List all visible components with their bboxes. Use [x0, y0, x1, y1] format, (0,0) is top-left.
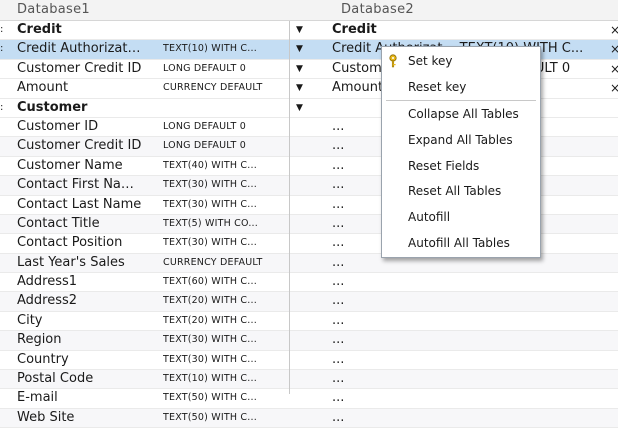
column-divider — [289, 21, 290, 394]
field-type: TEXT(50) WITH C... — [163, 411, 257, 423]
mapped-field[interactable]: ... — [332, 312, 602, 330]
menu-item-label: Autofill All Tables — [408, 236, 510, 250]
remove-mapping-icon[interactable]: × — [610, 40, 618, 58]
field-name: Contact Title — [17, 215, 100, 231]
menu-item-reset-all-tables[interactable]: Reset All Tables — [382, 180, 540, 202]
field-type: CURRENCY DEFAULT — [163, 256, 263, 268]
menu-item-label: Reset key — [408, 80, 467, 94]
menu-item-collapse-all-tables[interactable]: Collapse All Tables — [382, 103, 540, 125]
row-marker: : — [0, 101, 4, 113]
field-name: City — [17, 312, 43, 328]
menu-item-label: Reset Fields — [408, 159, 480, 173]
column-header-bar: Database1 Database2 — [0, 0, 618, 21]
context-menu: Set key Reset key Collapse All Tables Expan… — [381, 46, 541, 258]
field-name: Credit Authorizat… — [17, 41, 141, 57]
remove-mapping-icon[interactable]: × — [610, 21, 618, 39]
menu-item-autofill-all-tables[interactable]: Autofill All Tables — [382, 232, 540, 254]
mapped-field[interactable]: ... — [332, 389, 602, 407]
field-name: Postal Code — [17, 371, 94, 387]
field-type: LONG DEFAULT 0 — [163, 140, 246, 152]
mapped-field[interactable]: ... — [332, 273, 602, 291]
table-row[interactable]: Address2 TEXT(20) WITH C...... — [0, 292, 618, 312]
database2-header: Database2 — [341, 2, 415, 17]
dropdown-arrow-icon[interactable]: ▼ — [296, 99, 308, 117]
field-type: TEXT(20) WITH C... — [163, 295, 257, 307]
table-row[interactable]: Address1 TEXT(60) WITH C...... — [0, 273, 618, 293]
key-icon — [389, 54, 397, 68]
field-name: E-mail — [17, 390, 58, 406]
field-name: Customer ID — [17, 118, 99, 134]
field-type: CURRENCY DEFAULT — [163, 82, 263, 94]
field-type: TEXT(10) WITH C... — [163, 373, 257, 385]
menu-item-expand-all-tables[interactable]: Expand All Tables — [382, 129, 540, 151]
field-name: Contact Last Name — [17, 196, 142, 212]
field-name: Address2 — [17, 293, 78, 309]
row-marker: : — [0, 43, 4, 55]
field-type: TEXT(30) WITH C... — [163, 179, 257, 191]
menu-item-label: Set key — [408, 54, 453, 68]
field-type: LONG DEFAULT 0 — [163, 62, 246, 74]
table-header-row[interactable]: : Credit ▼ Credit × — [0, 21, 618, 41]
row-marker: : — [0, 24, 4, 35]
table-row[interactable]: City TEXT(20) WITH C...... — [0, 312, 618, 332]
field-type: TEXT(30) WITH C... — [163, 353, 257, 365]
mapped-field[interactable]: ... — [332, 351, 602, 369]
menu-item-label: Reset All Tables — [408, 184, 502, 198]
field-type: TEXT(30) WITH C... — [163, 237, 257, 249]
dropdown-arrow-icon[interactable]: ▼ — [296, 79, 308, 97]
table-row[interactable]: Web Site TEXT(50) WITH C...... — [0, 408, 618, 428]
menu-item-label: Collapse All Tables — [408, 107, 519, 121]
remove-mapping-icon[interactable]: × — [610, 60, 618, 78]
remove-mapping-icon[interactable]: × — [610, 79, 618, 97]
field-type: TEXT(20) WITH C... — [163, 314, 257, 326]
field-type: LONG DEFAULT 0 — [163, 120, 246, 132]
field-name: Contact Position — [17, 235, 123, 251]
dropdown-arrow-icon[interactable]: ▼ — [296, 60, 308, 78]
mapped-field[interactable]: ... — [332, 370, 602, 388]
dropdown-arrow-icon[interactable]: ▼ — [296, 40, 308, 58]
field-name: Country — [17, 351, 69, 367]
database1-header: Database1 — [17, 2, 91, 17]
mapped-field[interactable]: Credit — [332, 21, 602, 39]
field-type: TEXT(30) WITH C... — [163, 334, 257, 346]
mapped-field[interactable]: ... — [332, 292, 602, 310]
field-type: TEXT(5) WITH CO... — [163, 217, 258, 229]
field-name: Amount — [17, 80, 69, 96]
field-type: TEXT(50) WITH C... — [163, 392, 257, 404]
field-name: Region — [17, 332, 62, 348]
menu-item-label: Expand All Tables — [408, 133, 513, 147]
dropdown-arrow-icon[interactable]: ▼ — [296, 21, 308, 39]
field-name: Customer Credit ID — [17, 138, 142, 154]
field-name: Customer Credit ID — [17, 60, 142, 76]
menu-item-reset-fields[interactable]: Reset Fields — [382, 155, 540, 177]
field-type: TEXT(40) WITH C... — [163, 159, 257, 171]
field-name: Contact First Na… — [17, 177, 134, 193]
table-row[interactable]: E-mail TEXT(50) WITH C...... — [0, 389, 618, 409]
menu-item-reset-key[interactable]: Reset key — [382, 76, 540, 98]
field-type: TEXT(10) WITH C... — [163, 43, 257, 55]
table-row[interactable]: Region TEXT(30) WITH C...... — [0, 331, 618, 351]
menu-item-set-key[interactable]: Set key — [382, 50, 540, 72]
field-name: Customer — [17, 99, 88, 115]
field-type: TEXT(30) WITH C... — [163, 198, 257, 210]
mapped-field[interactable]: ... — [332, 409, 602, 427]
field-name: Address1 — [17, 274, 78, 290]
table-row[interactable]: Postal Code TEXT(10) WITH C...... — [0, 370, 618, 390]
field-type: TEXT(60) WITH C... — [163, 276, 257, 288]
field-name: Customer Name — [17, 157, 123, 173]
field-name: Credit — [17, 22, 62, 37]
menu-item-autofill[interactable]: Autofill — [382, 206, 540, 228]
mapped-field[interactable]: ... — [332, 331, 602, 349]
table-row[interactable]: Country TEXT(30) WITH C...... — [0, 351, 618, 371]
menu-separator — [386, 100, 536, 101]
menu-item-label: Autofill — [408, 210, 451, 224]
field-name: Last Year's Sales — [17, 254, 125, 270]
field-name: Web Site — [17, 409, 75, 425]
